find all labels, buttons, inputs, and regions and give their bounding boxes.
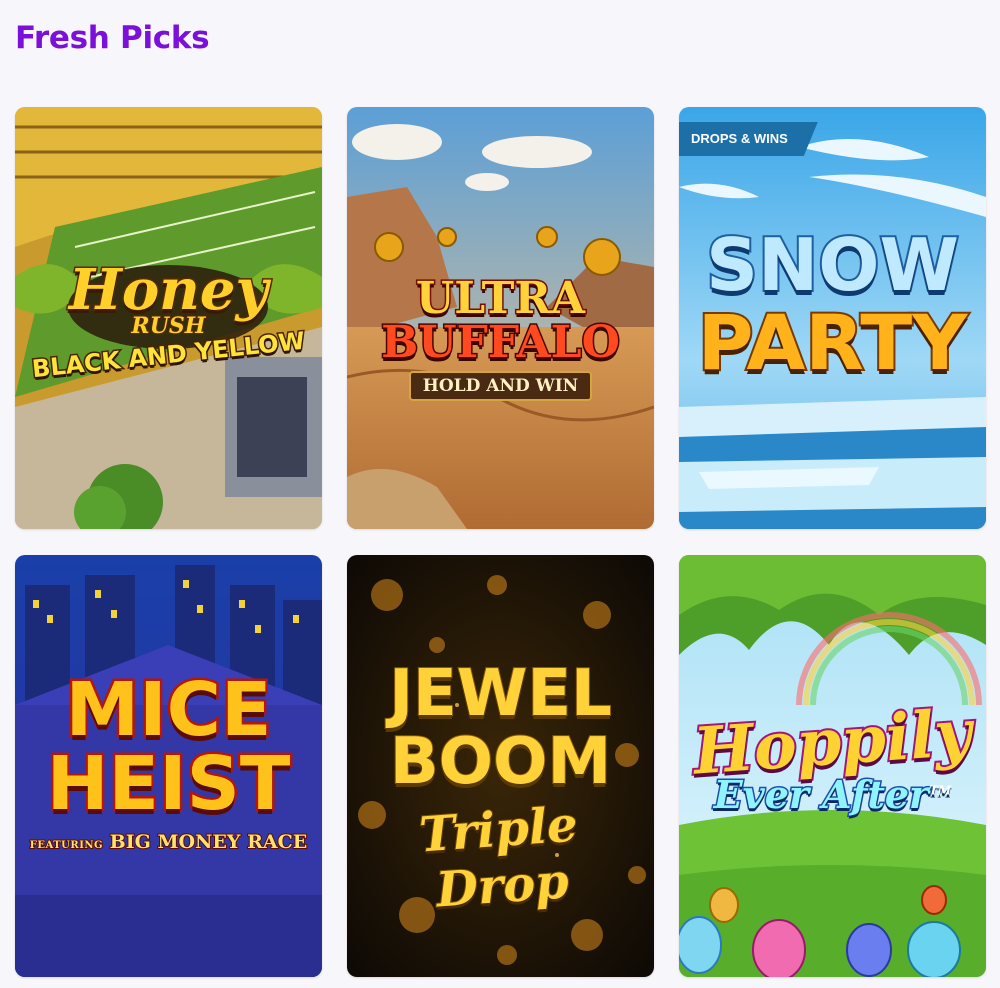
- honey-rush-logo: Honey RUSH BLACK AND YELLOW: [15, 256, 322, 385]
- ultra-buffalo-logo: ULTRA BUFFALO HOLD AND WIN: [347, 273, 654, 401]
- game-tile-mice-heist[interactable]: MICE HEIST FEATURING BIG MONEY RACE: [15, 555, 322, 977]
- logo-text: JEWEL: [388, 657, 613, 731]
- game-tile-jewel-boom[interactable]: JEWEL BOOM Triple Drop: [347, 555, 654, 977]
- game-grid: Honey RUSH BLACK AND YELLOW ULTRA BUFFAL…: [0, 0, 1000, 988]
- logo-text: MICE: [63, 667, 274, 753]
- mice-heist-logo: MICE HEIST FEATURING BIG MONEY RACE: [15, 667, 322, 855]
- logo-subtitle: Triple Drop: [417, 796, 581, 920]
- logo-text: BOOM: [389, 725, 612, 799]
- logo-subtitle-prefix: FEATURING: [29, 839, 104, 852]
- game-tile-ultra-buffalo[interactable]: ULTRA BUFFALO HOLD AND WIN: [347, 107, 654, 529]
- snow-party-logo: SNOW PARTY: [679, 223, 986, 387]
- jewel-boom-logo: JEWEL BOOM Triple Drop: [347, 657, 654, 919]
- game-tile-hoppily-ever-after[interactable]: Hoppily Ever AfterTM: [679, 555, 986, 977]
- logo-subtitle-main: BIG MONEY RACE: [109, 830, 309, 854]
- logo-text: BUFFALO: [380, 317, 622, 368]
- logo-text: PARTY: [696, 298, 970, 387]
- trademark-mark: TM: [929, 783, 952, 798]
- logo-subtitle: FEATURING BIG MONEY RACE: [15, 830, 322, 854]
- logo-subtitle: HOLD AND WIN: [408, 371, 593, 401]
- logo-text: ULTRA: [414, 273, 586, 324]
- logo-text: SNOW: [704, 223, 961, 307]
- logo-text: HEIST: [44, 741, 293, 827]
- game-tile-snow-party[interactable]: DROPS & WINS SNOW PARTY: [679, 107, 986, 529]
- hoppily-ever-after-logo: Hoppily Ever AfterTM: [679, 693, 986, 818]
- drops-and-wins-badge: DROPS & WINS: [679, 122, 818, 156]
- game-tile-honey-rush[interactable]: Honey RUSH BLACK AND YELLOW: [15, 107, 322, 529]
